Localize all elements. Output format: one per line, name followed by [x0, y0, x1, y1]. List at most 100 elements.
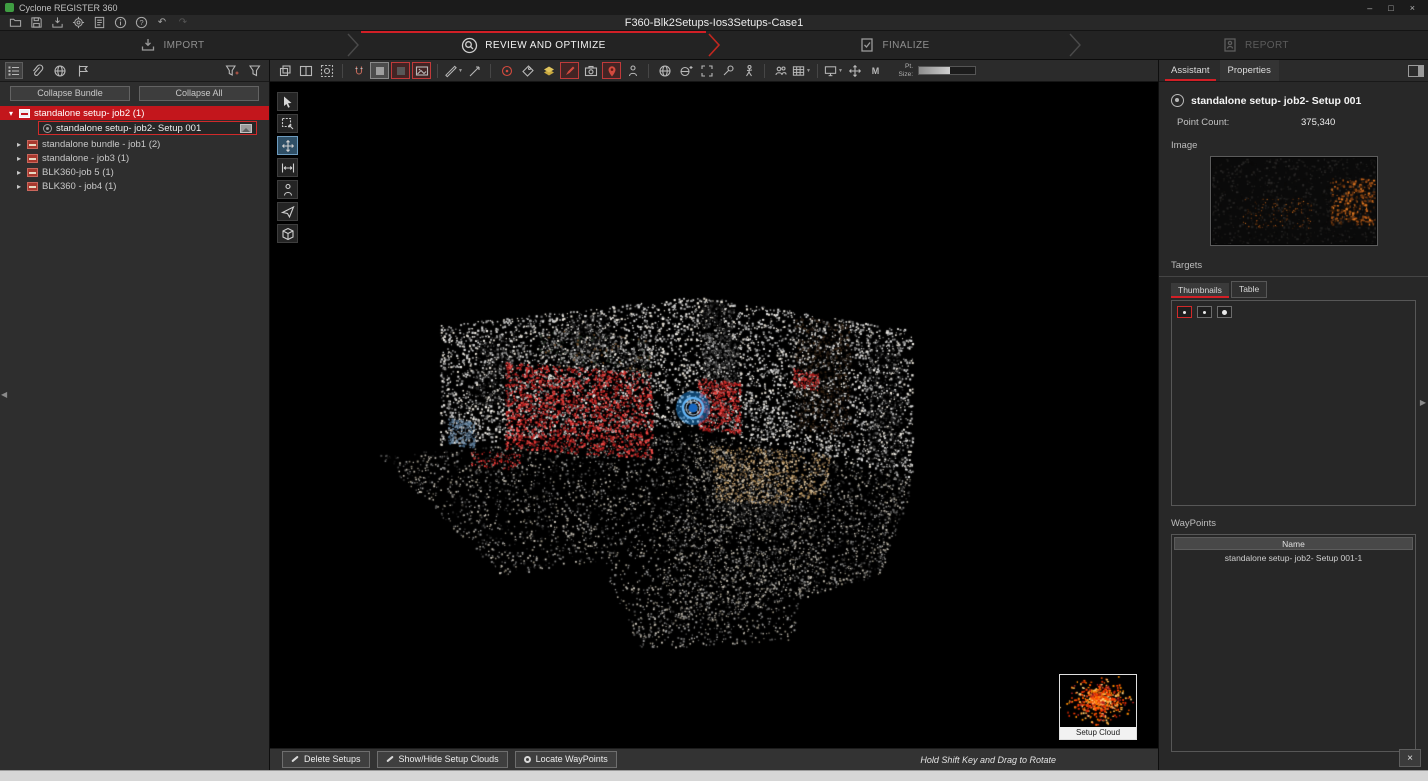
add-waypoint-pin-icon[interactable]	[602, 62, 621, 79]
pano-image-icon[interactable]	[412, 62, 431, 79]
tree-bundle-label: standalone setup- job2 (1)	[34, 108, 144, 119]
caret-right-icon[interactable]: ▸	[15, 154, 23, 163]
caret-right-icon[interactable]: ▸	[15, 140, 23, 149]
bookmark-tab-icon[interactable]	[74, 62, 92, 79]
target-thumbnail[interactable]	[1177, 306, 1192, 318]
workflow-step-finalize[interactable]: FINALIZE	[722, 31, 1067, 59]
walkthrough-icon[interactable]	[739, 62, 758, 79]
station-view-tool-icon[interactable]	[277, 180, 298, 199]
point-cloud-canvas[interactable]	[270, 82, 1158, 748]
snap-magnet-icon[interactable]	[349, 62, 368, 79]
pick-point-icon[interactable]	[465, 62, 484, 79]
tree-setup-selected[interactable]: standalone setup- job2- Setup 001	[38, 121, 257, 135]
select-area-tool-icon[interactable]	[277, 114, 298, 133]
point-size-slider[interactable]	[918, 66, 976, 75]
close-button[interactable]: ×	[1410, 3, 1415, 13]
maximize-button[interactable]: □	[1388, 3, 1393, 13]
expand-view-icon[interactable]	[697, 62, 716, 79]
workflow-step-report[interactable]: REPORT	[1083, 31, 1428, 59]
tree-bundle-row[interactable]: ▸ standalone bundle - job1 (2)	[0, 137, 269, 151]
delete-setups-button[interactable]: Delete Setups	[282, 751, 370, 768]
left-panel-collapse-handle[interactable]: ◀	[1, 390, 7, 399]
save-project-icon[interactable]	[29, 16, 43, 29]
fly-mode-tool-icon[interactable]	[277, 202, 298, 221]
workflow-step-import[interactable]: IMPORT	[0, 31, 345, 59]
screenshot-camera-icon[interactable]	[581, 62, 600, 79]
split-view-icon[interactable]	[296, 62, 315, 79]
collapse-all-button[interactable]: Collapse All	[139, 86, 259, 101]
sitemap-globe-icon[interactable]	[655, 62, 674, 79]
display-mode-icon[interactable]: ▼	[824, 62, 843, 79]
locate-waypoints-button[interactable]: Locate WayPoints	[515, 751, 617, 768]
measure-tool-icon[interactable]: ▼	[444, 62, 463, 79]
attachments-tab-icon[interactable]	[28, 62, 46, 79]
import-data-icon[interactable]	[50, 16, 64, 29]
setup-cloud-preview[interactable]: Setup Cloud	[1059, 674, 1137, 740]
caret-right-icon[interactable]: ▸	[15, 168, 23, 177]
view-3d-cube-tool-icon[interactable]	[277, 224, 298, 243]
caret-down-icon[interactable]: ▾	[7, 109, 15, 118]
add-label-icon[interactable]	[518, 62, 537, 79]
filter-icon[interactable]	[246, 62, 264, 79]
measure-mode-icon[interactable]: M	[866, 62, 885, 79]
cloud-table-options-icon[interactable]: ▼	[792, 62, 811, 79]
measure-distance-tool-icon[interactable]	[277, 158, 298, 177]
bundle-icon	[27, 182, 38, 191]
image-section-label: Image	[1171, 140, 1416, 151]
targets-tab-table[interactable]: Table	[1231, 281, 1267, 298]
pan-view-icon[interactable]	[845, 62, 864, 79]
add-target-icon[interactable]	[497, 62, 516, 79]
new-view-icon[interactable]	[275, 62, 294, 79]
tree-bundle-selected[interactable]: ▾ standalone setup- job2 (1)	[0, 106, 269, 120]
pointer-tool-icon[interactable]	[277, 92, 298, 111]
viewport-toolbar: ▼ ▼ ▼	[270, 60, 1158, 82]
zoom-region-icon[interactable]	[317, 62, 336, 79]
open-project-icon[interactable]	[8, 16, 22, 29]
workflow-bar: IMPORT REVIEW AND OPTIMIZE FINALIZE REPO…	[0, 31, 1428, 60]
target-thumbnail[interactable]	[1217, 306, 1232, 318]
workflow-step-review-and-optimize[interactable]: REVIEW AND OPTIMIZE	[361, 31, 706, 59]
tab-assistant[interactable]: Assistant	[1163, 60, 1218, 81]
svg-text:?: ?	[139, 18, 143, 27]
panel-layout-icon[interactable]	[1408, 65, 1424, 77]
project-tree-tab-icon[interactable]	[5, 62, 23, 79]
cloud-color-icon[interactable]	[391, 62, 410, 79]
waypoint-row[interactable]: standalone setup- job2- Setup 001-1	[1174, 550, 1413, 566]
pan-tool-icon[interactable]	[277, 136, 298, 155]
help-icon[interactable]: ?	[134, 16, 148, 29]
minimize-button[interactable]: –	[1367, 3, 1372, 13]
draw-markup-icon[interactable]	[560, 62, 579, 79]
cloud-grayscale-icon[interactable]	[370, 62, 389, 79]
tab-properties[interactable]: Properties	[1220, 60, 1279, 81]
add-site-icon[interactable]	[676, 62, 695, 79]
workflow-step-label: REVIEW AND OPTIMIZE	[485, 40, 605, 51]
right-panel-expand-handle[interactable]: ▶	[1420, 398, 1426, 407]
add-layer-icon[interactable]	[539, 62, 558, 79]
setup-station-icon	[43, 124, 52, 133]
tree-bundle-row[interactable]: ▸ BLK360 - job4 (1)	[0, 179, 269, 193]
setup-image-thumbnail[interactable]	[1210, 156, 1378, 246]
properties-tab-strip: Assistant Properties	[1159, 60, 1428, 82]
web-share-tab-icon[interactable]	[51, 62, 69, 79]
import-step-icon	[140, 37, 156, 53]
targets-tab-thumbnails[interactable]: Thumbnails	[1171, 283, 1229, 298]
tree-bundle-row[interactable]: ▸ standalone - job3 (1)	[0, 151, 269, 165]
setup-station-icon	[1171, 94, 1184, 107]
show-hide-setup-clouds-button[interactable]: Show/Hide Setup Clouds	[377, 751, 508, 768]
tree-bundle-row[interactable]: ▸ BLK360-job 5 (1)	[0, 165, 269, 179]
collapse-bundle-button[interactable]: Collapse Bundle	[10, 86, 130, 101]
bundle-icon	[27, 140, 38, 149]
undo-icon[interactable]: ↶	[155, 16, 169, 29]
manage-users-icon[interactable]	[771, 62, 790, 79]
finalize-step-icon	[859, 37, 875, 53]
info-icon[interactable]	[113, 16, 127, 29]
report-list-icon[interactable]	[92, 16, 106, 29]
waypoints-column-name[interactable]: Name	[1174, 537, 1413, 550]
panel-close-button[interactable]: ×	[1399, 749, 1421, 767]
tools-wrench-icon[interactable]	[718, 62, 737, 79]
settings-gear-icon[interactable]	[71, 16, 85, 29]
filter-add-icon[interactable]	[223, 62, 241, 79]
setup-person-icon[interactable]	[623, 62, 642, 79]
target-thumbnail[interactable]	[1197, 306, 1212, 318]
caret-right-icon[interactable]: ▸	[15, 182, 23, 191]
